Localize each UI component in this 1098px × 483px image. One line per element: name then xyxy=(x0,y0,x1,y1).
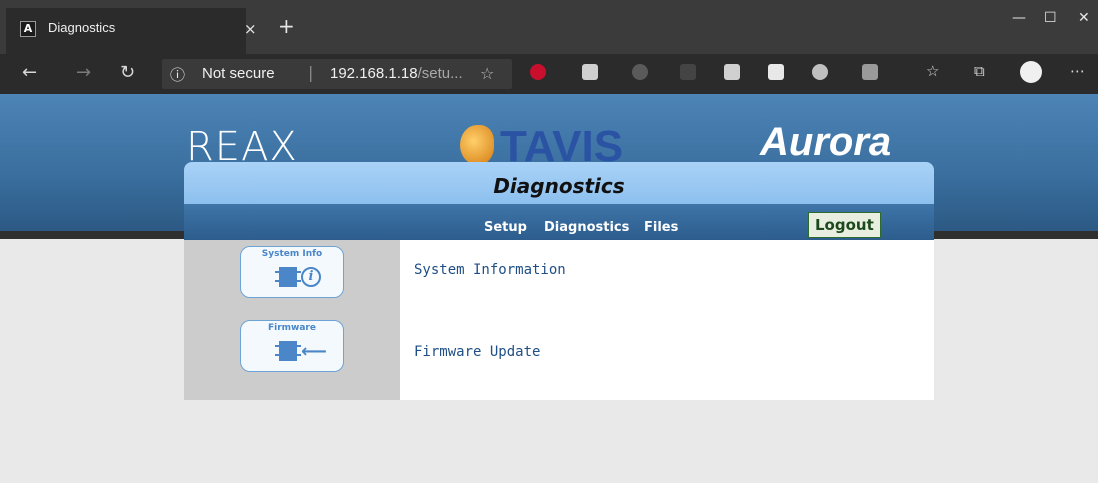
forward-icon[interactable]: → xyxy=(76,62,91,83)
system-info-icon-label: System Info xyxy=(261,249,323,259)
address-path: /setu... xyxy=(417,65,463,82)
info-circle-icon: i xyxy=(301,267,321,287)
circuit-board-icon xyxy=(275,341,301,361)
nav-setup[interactable]: Setup xyxy=(484,220,527,235)
main-nav: Setup Diagnostics Files Logout xyxy=(184,204,934,240)
window-minimize-button[interactable]: — xyxy=(1012,10,1026,26)
firmware-icon-label: Firmware xyxy=(268,323,316,333)
extension-pocket-icon[interactable] xyxy=(680,64,696,80)
system-info-icon-button[interactable]: System Info i xyxy=(240,246,344,298)
more-icon[interactable]: ⋯ xyxy=(1070,62,1085,80)
circuit-board-icon xyxy=(275,267,301,287)
favorite-star-icon[interactable]: ☆ xyxy=(480,64,494,83)
profile-avatar-icon[interactable] xyxy=(1020,61,1042,83)
tab-title: Diagnostics xyxy=(48,20,116,35)
address-separator: | xyxy=(308,63,314,82)
firmware-icon-button[interactable]: Firmware ⟵ xyxy=(240,320,344,372)
new-tab-button[interactable]: + xyxy=(278,16,295,36)
aurora-logo-text: Aurora xyxy=(760,120,892,164)
system-information-link[interactable]: System Information xyxy=(414,262,566,278)
address-url[interactable]: 192.168.1.18/setu... xyxy=(330,65,463,82)
extension-history-icon[interactable] xyxy=(632,64,648,80)
extension-print-icon[interactable] xyxy=(724,64,740,80)
address-bar[interactable]: ⓘ Not secure | 192.168.1.18/setu... ☆ xyxy=(162,59,512,89)
page-title: Diagnostics xyxy=(493,174,625,198)
extension-info-icon[interactable] xyxy=(768,64,784,80)
extension-puzzle-icon[interactable] xyxy=(862,64,878,80)
info-icon[interactable]: ⓘ xyxy=(170,64,185,85)
arrow-left-icon: ⟵ xyxy=(301,341,327,362)
address-host: 192.168.1.18 xyxy=(330,65,418,82)
window-close-button[interactable]: ✕ xyxy=(1078,10,1090,26)
tavis-head-icon xyxy=(460,125,494,165)
firmware-update-link[interactable]: Firmware Update xyxy=(414,344,540,360)
favorites-icon[interactable]: ☆ xyxy=(926,62,939,80)
window-maximize-button[interactable]: ☐ xyxy=(1044,10,1057,26)
sidebar: System Info i Firmware ⟵ xyxy=(184,240,400,400)
aurora-favicon-icon: A xyxy=(20,21,36,37)
panel-title-bar: Diagnostics xyxy=(184,162,934,204)
browser-tab[interactable]: A Diagnostics xyxy=(6,8,246,54)
not-secure-label: Not secure xyxy=(202,65,275,82)
content-panel: System Information Firmware Update xyxy=(400,240,934,400)
back-icon[interactable]: ← xyxy=(22,62,37,83)
extension-circle-icon[interactable] xyxy=(812,64,828,80)
aurora-logo: Aurora xyxy=(760,120,891,165)
tab-close-icon[interactable]: × xyxy=(244,20,257,38)
refresh-icon[interactable]: ↻ xyxy=(120,62,135,83)
browser-tab-bar: A Diagnostics × + — ☐ ✕ xyxy=(0,0,1098,54)
logout-button[interactable]: Logout xyxy=(808,212,881,238)
nav-files[interactable]: Files xyxy=(644,220,678,235)
browser-toolbar: ← → ↻ ⓘ Not secure | 192.168.1.18/setu..… xyxy=(0,54,1098,94)
extension-reader-icon[interactable] xyxy=(582,64,598,80)
collections-icon[interactable]: ⧉ xyxy=(974,62,985,80)
nav-diagnostics[interactable]: Diagnostics xyxy=(544,220,629,235)
adblock-icon[interactable] xyxy=(530,64,546,80)
